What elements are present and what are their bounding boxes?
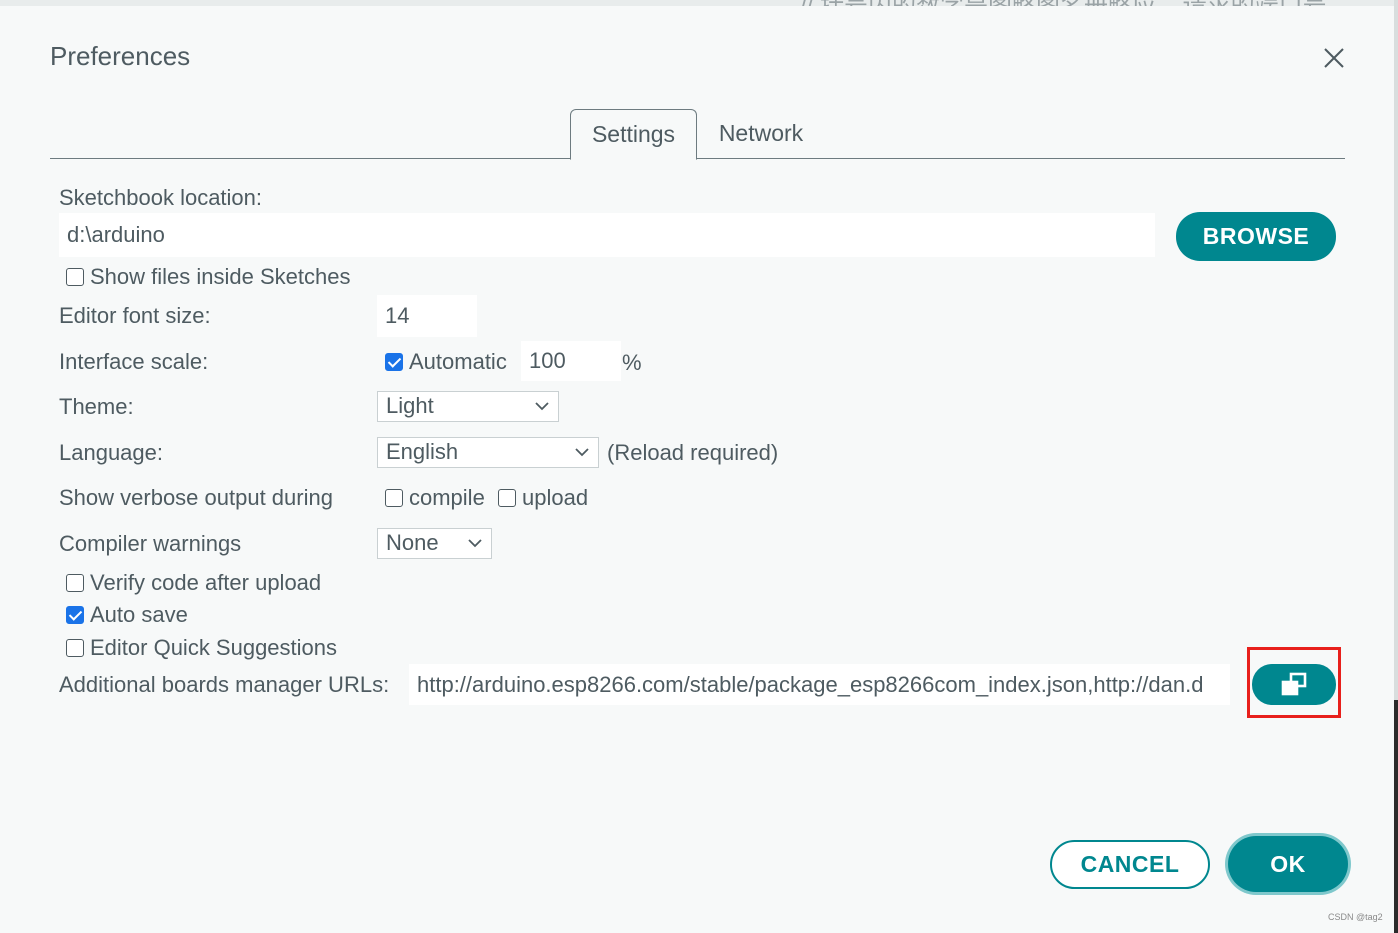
language-selected-value: English bbox=[386, 439, 459, 464]
show-files-checkbox[interactable] bbox=[66, 268, 84, 286]
font-size-input[interactable] bbox=[377, 295, 477, 337]
language-select[interactable]: English bbox=[377, 437, 599, 468]
verbose-compile-label: compile bbox=[409, 485, 485, 510]
boards-urls-input[interactable] bbox=[409, 664, 1230, 705]
verify-code-label: Verify code after upload bbox=[90, 570, 322, 595]
interface-scale-input[interactable] bbox=[521, 341, 621, 381]
verbose-compile-checkbox[interactable] bbox=[385, 489, 403, 507]
verbose-compile-row: compile bbox=[385, 485, 485, 511]
quick-suggestions-checkbox[interactable] bbox=[66, 639, 84, 657]
tab-settings[interactable]: Settings bbox=[570, 109, 697, 160]
tab-network[interactable]: Network bbox=[710, 109, 812, 158]
auto-save-checkbox[interactable] bbox=[66, 606, 84, 624]
automatic-scale-row: Automatic bbox=[385, 349, 507, 375]
background-panel-edge bbox=[1394, 700, 1398, 933]
preferences-dialog: Preferences Settings Network Sketchbook … bbox=[0, 6, 1394, 933]
reload-required-note: (Reload required) bbox=[607, 440, 779, 465]
compiler-warnings-select[interactable]: None bbox=[377, 528, 492, 559]
verbose-upload-label: upload bbox=[522, 485, 589, 510]
cancel-button[interactable]: CANCEL bbox=[1050, 840, 1210, 889]
automatic-scale-checkbox[interactable] bbox=[385, 353, 403, 371]
compiler-warnings-label: Compiler warnings bbox=[59, 531, 242, 556]
watermark: CSDN @tag2 bbox=[1328, 912, 1383, 922]
browse-button[interactable]: BROWSE bbox=[1176, 212, 1336, 261]
tab-bar: Settings Network bbox=[50, 109, 1345, 160]
theme-select[interactable]: Light bbox=[377, 391, 559, 422]
font-size-label: Editor font size: bbox=[59, 303, 211, 328]
quick-suggestions-label: Editor Quick Suggestions bbox=[90, 635, 338, 660]
chevron-down-icon bbox=[468, 539, 482, 548]
chevron-down-icon bbox=[575, 448, 589, 457]
compiler-warnings-selected-value: None bbox=[386, 530, 439, 555]
language-label: Language: bbox=[59, 440, 163, 465]
interface-scale-label: Interface scale: bbox=[59, 349, 209, 374]
show-files-row: Show files inside Sketches bbox=[66, 264, 350, 290]
highlight-annotation-box bbox=[1247, 647, 1341, 718]
boards-urls-label: Additional boards manager URLs: bbox=[59, 672, 390, 697]
ok-button[interactable]: OK bbox=[1228, 836, 1348, 892]
verbose-upload-checkbox[interactable] bbox=[498, 489, 516, 507]
auto-save-row: Auto save bbox=[66, 602, 188, 628]
verbose-output-label: Show verbose output during bbox=[59, 485, 333, 510]
auto-save-label: Auto save bbox=[90, 602, 188, 627]
show-files-label: Show files inside Sketches bbox=[90, 264, 351, 289]
verify-code-row: Verify code after upload bbox=[66, 570, 321, 596]
dialog-title: Preferences bbox=[50, 41, 191, 71]
close-button[interactable] bbox=[1318, 42, 1350, 74]
sketchbook-location-input[interactable] bbox=[59, 213, 1155, 257]
percent-unit-label: % bbox=[622, 350, 642, 375]
verbose-upload-row: upload bbox=[498, 485, 588, 511]
verify-code-checkbox[interactable] bbox=[66, 574, 84, 592]
theme-selected-value: Light bbox=[386, 393, 434, 418]
theme-label: Theme: bbox=[59, 394, 134, 419]
chevron-down-icon bbox=[535, 402, 549, 411]
close-icon bbox=[1324, 48, 1344, 68]
automatic-scale-label: Automatic bbox=[409, 349, 507, 374]
quick-suggestions-row: Editor Quick Suggestions bbox=[66, 635, 337, 661]
sketchbook-location-label: Sketchbook location: bbox=[59, 185, 263, 210]
